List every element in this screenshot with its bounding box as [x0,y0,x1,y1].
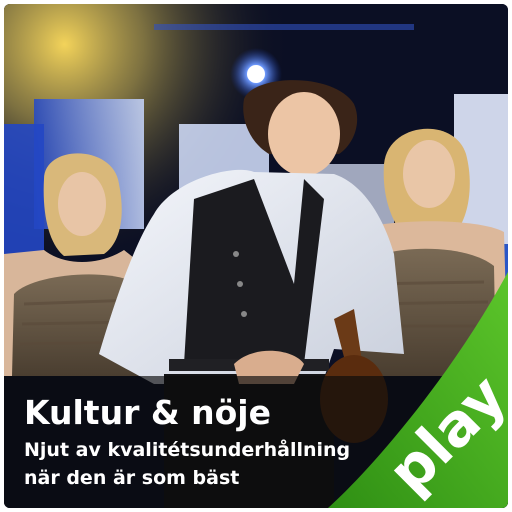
tile-title: Kultur & nöje [24,393,271,432]
app-tile[interactable]: Kultur & nöje Njut av kvalitétsunderhåll… [4,4,508,508]
